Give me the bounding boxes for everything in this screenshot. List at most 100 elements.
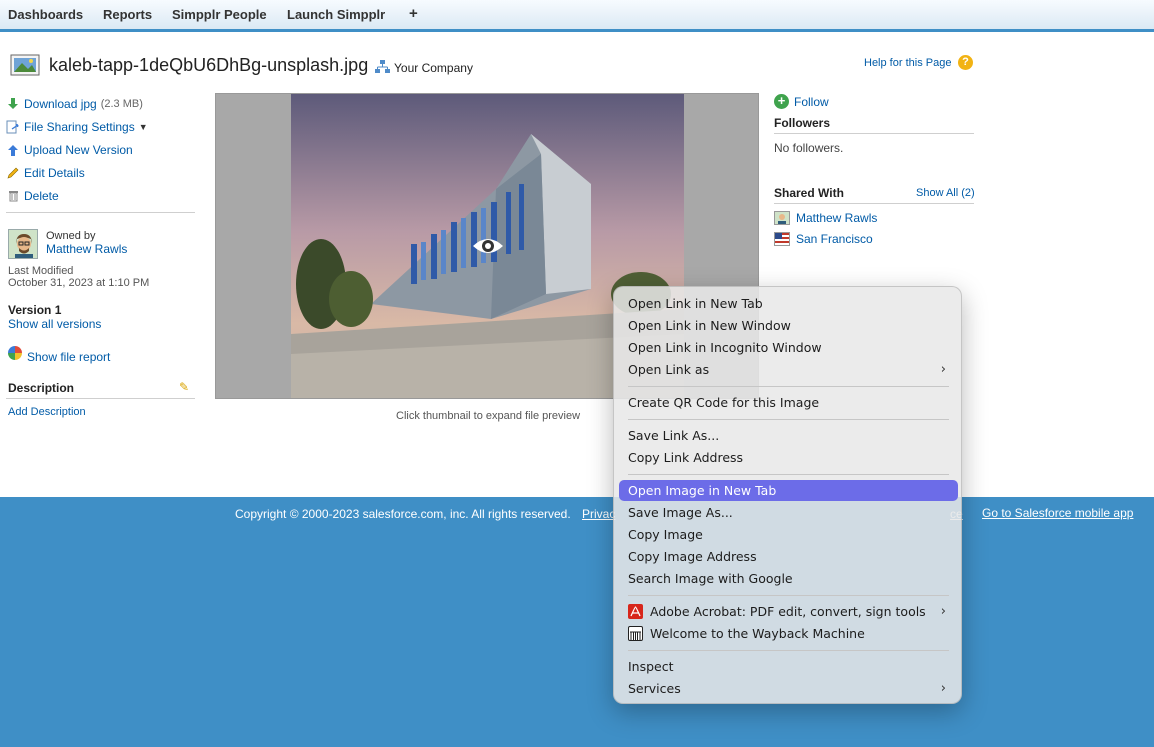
edit-description-pencil-icon[interactable]: ✎	[179, 380, 189, 394]
menu-item-label: Open Link in New Window	[628, 318, 791, 333]
delete-action[interactable]: Delete	[6, 188, 59, 204]
menu-adobe-acrobat[interactable]: Adobe Acrobat: PDF edit, convert, sign t…	[619, 601, 958, 622]
menu-item-label: Adobe Acrobat: PDF edit, convert, sign t…	[650, 604, 926, 619]
chevron-right-icon: ›	[940, 604, 946, 619]
menu-services[interactable]: Services ›	[619, 678, 958, 699]
edit-action[interactable]: Edit Details	[6, 165, 85, 181]
last-modified-label: Last Modified	[8, 265, 74, 277]
file-size: (2.3 MB)	[100, 98, 143, 110]
menu-open-image-new-tab[interactable]: Open Image in New Tab	[619, 480, 958, 501]
upload-action[interactable]: Upload New Version	[6, 142, 133, 158]
menu-separator	[628, 474, 949, 475]
help-link[interactable]: Help for this Page	[864, 57, 951, 69]
privacy-link[interactable]: Privac	[582, 507, 615, 521]
menu-save-image-as[interactable]: Save Image As...	[619, 502, 958, 523]
pencil-icon	[6, 166, 20, 180]
menu-separator	[628, 650, 949, 651]
menu-item-label: Open Image in New Tab	[628, 483, 777, 498]
menu-open-link-incognito[interactable]: Open Link in Incognito Window	[619, 337, 958, 358]
shared-with-san-francisco[interactable]: San Francisco	[796, 232, 873, 246]
divider	[6, 212, 195, 213]
org-hierarchy-icon	[375, 60, 390, 77]
menu-item-label: Copy Link Address	[628, 450, 744, 465]
follow-link[interactable]: Follow	[794, 95, 829, 109]
menu-search-image-google[interactable]: Search Image with Google	[619, 568, 958, 589]
image-file-icon	[10, 54, 40, 76]
menu-separator	[628, 386, 949, 387]
menu-item-label: Services	[628, 681, 681, 696]
menu-item-label: Save Link As...	[628, 428, 720, 443]
share-document-icon	[6, 120, 20, 134]
menu-open-link-new-tab[interactable]: Open Link in New Tab	[619, 293, 958, 314]
followers-heading: Followers	[774, 116, 831, 130]
menu-item-label: Inspect	[628, 659, 674, 674]
context-menu: Open Link in New Tab Open Link in New Wi…	[613, 286, 962, 704]
menu-copy-image-address[interactable]: Copy Image Address	[619, 546, 958, 567]
shared-with-matthew-rawls[interactable]: Matthew Rawls	[796, 211, 877, 225]
file-sharing-settings-link[interactable]: File Sharing Settings	[24, 120, 135, 134]
upload-arrow-icon	[6, 143, 20, 157]
org-name: Your Company	[394, 61, 473, 75]
chevron-right-icon: ›	[940, 362, 946, 377]
menu-open-link-new-window[interactable]: Open Link in New Window	[619, 315, 958, 336]
shared-with-heading: Shared With	[774, 186, 844, 200]
user-avatar-icon	[774, 211, 790, 225]
adobe-acrobat-icon	[628, 604, 643, 619]
no-followers-text: No followers.	[774, 141, 844, 155]
tab-reports[interactable]: Reports	[103, 7, 152, 22]
edit-details-link[interactable]: Edit Details	[24, 166, 85, 180]
menu-wayback-machine[interactable]: Welcome to the Wayback Machine	[619, 623, 958, 644]
footer	[0, 497, 1154, 747]
file-sharing-action[interactable]: File Sharing Settings ▼	[6, 119, 148, 135]
last-modified-date: October 31, 2023 at 1:10 PM	[8, 277, 150, 289]
delete-link[interactable]: Delete	[24, 189, 59, 203]
menu-copy-image[interactable]: Copy Image	[619, 524, 958, 545]
chevron-right-icon: ›	[940, 681, 946, 696]
us-flag-icon	[774, 232, 790, 246]
menu-separator	[628, 595, 949, 596]
tab-dashboards[interactable]: Dashboards	[8, 7, 83, 22]
show-all-versions-link[interactable]: Show all versions	[8, 317, 101, 331]
chevron-down-icon[interactable]: ▼	[139, 122, 148, 132]
menu-item-label: Copy Image	[628, 527, 703, 542]
preview-caption: Click thumbnail to expand file preview	[396, 410, 581, 422]
download-link[interactable]: Download jpg	[24, 97, 97, 111]
menu-item-label: Open Link in New Tab	[628, 296, 763, 311]
menu-create-qr-code[interactable]: Create QR Code for this Image	[619, 392, 958, 413]
add-description-link[interactable]: Add Description	[8, 406, 86, 418]
app-tab-bar: Dashboards Reports Simpplr People Launch…	[0, 0, 1154, 32]
tab-simpplr-people[interactable]: Simpplr People	[172, 7, 267, 22]
upload-new-version-link[interactable]: Upload New Version	[24, 143, 133, 157]
add-tab-button[interactable]: +	[409, 5, 418, 22]
owned-by-label: Owned by	[46, 230, 96, 242]
trash-icon	[6, 189, 20, 203]
show-file-report-link[interactable]: Show file report	[27, 350, 110, 364]
wayback-machine-icon	[628, 626, 643, 641]
follow-plus-icon[interactable]: +	[774, 94, 789, 109]
menu-item-label: Open Link as	[628, 362, 710, 377]
menu-item-label: Copy Image Address	[628, 549, 757, 564]
menu-save-link-as[interactable]: Save Link As...	[619, 425, 958, 446]
tab-launch-simpplr[interactable]: Launch Simpplr	[287, 7, 385, 22]
version-label: Version 1	[8, 303, 62, 317]
copyright-text: Copyright © 2000-2023 salesforce.com, in…	[235, 507, 571, 521]
menu-item-label: Welcome to the Wayback Machine	[650, 626, 865, 641]
menu-copy-link-address[interactable]: Copy Link Address	[619, 447, 958, 468]
file-report-icon	[8, 346, 22, 360]
help-icon[interactable]: ?	[958, 55, 973, 70]
owner-avatar[interactable]	[8, 229, 38, 259]
page-title: kaleb-tapp-1deQbU6DhBg-unsplash.jpg	[49, 55, 369, 75]
menu-open-link-as[interactable]: Open Link as ›	[619, 359, 958, 380]
divider	[774, 203, 974, 204]
salesforce-mobile-link[interactable]: Go to Salesforce mobile app	[982, 506, 1133, 520]
eye-icon[interactable]	[471, 234, 505, 258]
show-all-shared-link[interactable]: Show All (2)	[916, 187, 975, 199]
menu-item-label: Open Link in Incognito Window	[628, 340, 822, 355]
download-action[interactable]: Download jpg (2.3 MB)	[6, 96, 143, 112]
description-heading: Description	[8, 381, 75, 395]
owner-name-link[interactable]: Matthew Rawls	[46, 242, 127, 256]
divider	[774, 133, 974, 134]
menu-separator	[628, 419, 949, 420]
menu-inspect[interactable]: Inspect	[619, 656, 958, 677]
menu-item-label: Create QR Code for this Image	[628, 395, 820, 410]
